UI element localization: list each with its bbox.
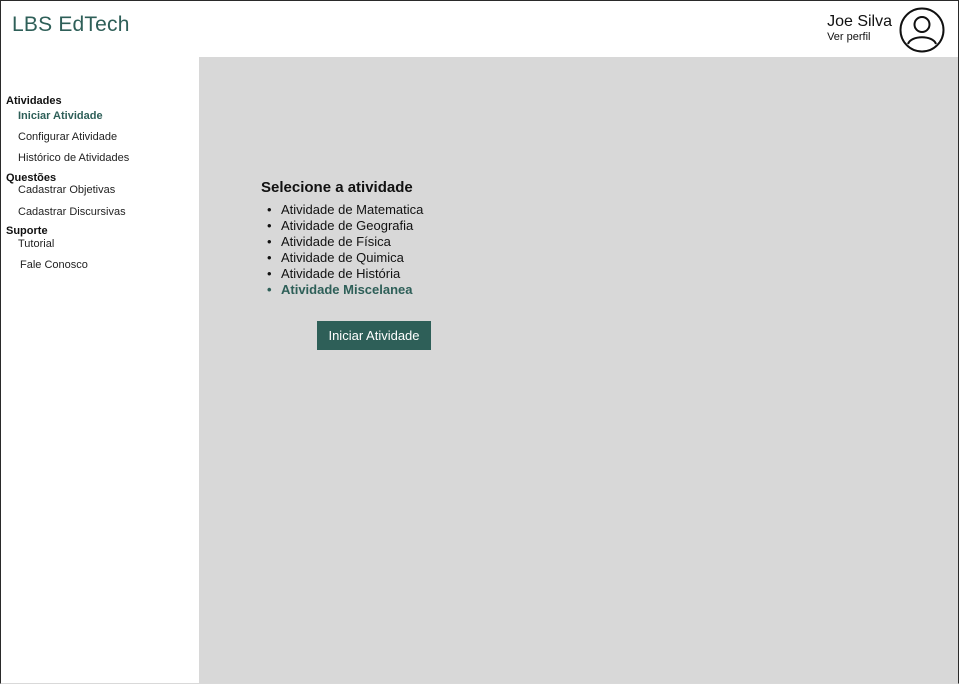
page-title: Selecione a atividade: [261, 179, 413, 196]
main-content: Selecione a atividade Atividade de Matem…: [199, 57, 958, 683]
sidebar-item-configurar-atividade[interactable]: Configurar Atividade: [18, 131, 117, 143]
view-profile-link[interactable]: Ver perfil: [827, 31, 892, 43]
user-circle-icon[interactable]: [899, 7, 945, 53]
sidebar-section-atividades: Atividades: [6, 95, 62, 107]
activity-list: Atividade de Matematica Atividade de Geo…: [261, 202, 423, 298]
activity-option-historia[interactable]: Atividade de História: [261, 266, 423, 282]
sidebar-item-cadastrar-objetivas[interactable]: Cadastrar Objetivas: [18, 184, 115, 196]
user-name: Joe Silva: [827, 13, 892, 30]
app-logo[interactable]: LBS EdTech: [12, 13, 130, 37]
sidebar-item-fale-conosco[interactable]: Fale Conosco: [20, 259, 88, 271]
sidebar-item-historico-atividades[interactable]: Histórico de Atividades: [18, 152, 129, 164]
sidebar-section-questoes: Questões: [6, 172, 57, 184]
activity-option-fisica[interactable]: Atividade de Física: [261, 234, 423, 250]
activity-option-quimica[interactable]: Atividade de Quimica: [261, 250, 423, 266]
activity-option-geografia[interactable]: Atividade de Geografia: [261, 218, 423, 234]
user-info: Joe Silva Ver perfil: [827, 13, 892, 43]
sidebar-item-tutorial[interactable]: Tutorial: [18, 238, 54, 250]
start-activity-button[interactable]: Iniciar Atividade: [317, 321, 431, 350]
activity-option-matematica[interactable]: Atividade de Matematica: [261, 202, 423, 218]
activity-option-miscelanea[interactable]: Atividade Miscelanea: [261, 282, 423, 298]
sidebar-item-cadastrar-discursivas[interactable]: Cadastrar Discursivas: [18, 206, 126, 218]
app-header: LBS EdTech Joe Silva Ver perfil: [1, 1, 958, 57]
sidebar: Atividades Iniciar Atividade Configurar …: [1, 57, 199, 683]
sidebar-item-iniciar-atividade[interactable]: Iniciar Atividade: [18, 110, 103, 122]
sidebar-section-suporte: Suporte: [6, 225, 48, 237]
